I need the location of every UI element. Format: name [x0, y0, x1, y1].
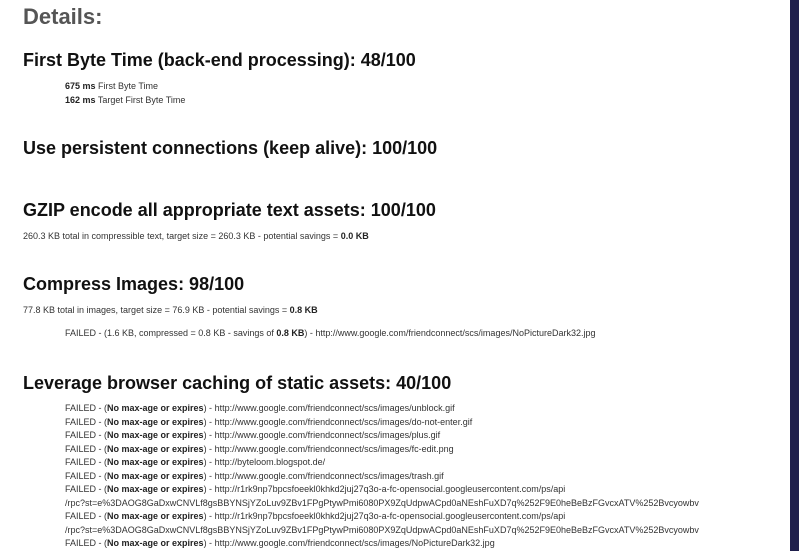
failed-reason: No max-age or expires	[107, 403, 204, 413]
caching-failed-url-continuation: /rpc?st=e%3DAOG8GaDxwCNVLf8gsBBYNSjYZoLu…	[65, 497, 699, 508]
failed-prefix: FAILED - (	[65, 457, 108, 467]
ttfb-actual-label: First Byte Time	[95, 81, 159, 91]
failed-sep: ) -	[203, 430, 215, 440]
gzip-summary: 260.3 KB total in compressible text, tar…	[23, 231, 369, 241]
failed-url: http://byteloom.blogspot.de/	[214, 457, 326, 467]
caching-failed-row: FAILED - (No max-age or expires) - http:…	[65, 403, 455, 413]
failed-sep: ) -	[203, 403, 215, 413]
failed-reason: No max-age or expires	[107, 470, 204, 481]
gzip-savings: 0.0 KB	[340, 231, 369, 241]
failed-reason: No max-age or expires	[107, 538, 204, 548]
failed-prefix: FAILED - (	[65, 430, 108, 440]
gzip-title: GZIP encode all appropriate text assets:…	[23, 200, 436, 220]
failed-sep: ) -	[203, 443, 215, 454]
failed-url: http://www.google.com/friendconnect/scs/…	[214, 443, 454, 454]
failed-prefix: FAILED - (	[65, 403, 108, 413]
keepalive-title: Use persistent connections (keep alive):…	[23, 138, 438, 158]
ttfb-row-target: 162 ms Target First Byte Time	[65, 95, 185, 105]
failed-url: http://www.google.com/friendconnect/scs/…	[214, 430, 441, 440]
images-failed-url: ) - http://www.google.com/friendconnect/…	[304, 328, 596, 338]
failed-url: http://www.google.com/friendconnect/scs/…	[214, 416, 473, 427]
failed-url: http://www.google.com/friendconnect/scs/…	[214, 538, 495, 548]
caching-title: Leverage browser caching of static asset…	[23, 373, 452, 393]
ttfb-row-actual: 675 ms First Byte Time	[65, 81, 158, 91]
failed-reason: No max-age or expires	[107, 484, 204, 494]
failed-reason: No max-age or expires	[107, 430, 204, 440]
caching-failed-row: FAILED - (No max-age or expires) - http:…	[65, 417, 472, 427]
failed-url: http://www.google.com/friendconnect/scs/…	[214, 470, 444, 481]
failed-sep: ) -	[203, 511, 215, 521]
caching-failed-row: FAILED - (No max-age or expires) - http:…	[65, 471, 444, 481]
right-edge-bar	[790, 0, 799, 551]
images-savings: 0.8 KB	[289, 305, 318, 315]
ttfb-actual-value: 675 ms	[65, 81, 96, 91]
images-failed-row: FAILED - (1.6 KB, compressed = 0.8 KB - …	[65, 328, 596, 338]
failed-reason: No max-age or expires	[107, 511, 204, 521]
caching-failed-url-continuation: /rpc?st=e%3DAOG8GaDxwCNVLf8gsBBYNSjYZoLu…	[65, 524, 699, 535]
ttfb-target-label: Target First Byte Time	[95, 95, 186, 105]
images-failed-savings: 0.8 KB	[276, 328, 305, 338]
caching-failed-row: FAILED - (No max-age or expires) - http:…	[65, 444, 454, 454]
failed-prefix: FAILED - (	[65, 470, 108, 481]
failed-prefix: FAILED - (	[65, 484, 108, 494]
caching-failed-row: FAILED - (No max-age or expires) - http:…	[65, 511, 565, 521]
failed-reason: No max-age or expires	[107, 443, 204, 454]
failed-sep: ) -	[203, 484, 215, 494]
failed-prefix: FAILED - (	[65, 416, 108, 427]
page-title: Details:	[23, 4, 103, 29]
failed-reason: No max-age or expires	[107, 416, 204, 427]
failed-sep: ) -	[203, 538, 215, 548]
ttfb-title: First Byte Time (back-end processing): 4…	[23, 50, 416, 70]
failed-prefix: FAILED - (	[65, 511, 108, 521]
failed-sep: ) -	[203, 416, 215, 427]
caching-failed-row: FAILED - (No max-age or expires) - http:…	[65, 430, 440, 440]
failed-sep: ) -	[203, 470, 215, 481]
caching-failed-row: FAILED - (No max-age or expires) - http:…	[65, 484, 565, 494]
failed-reason: No max-age or expires	[107, 457, 204, 467]
images-title: Compress Images: 98/100	[23, 274, 245, 294]
ttfb-target-value: 162 ms	[65, 95, 96, 105]
failed-url: http://r1rk9np7bpcsfoeekl0khkd2juj27q3o-…	[214, 484, 566, 494]
images-failed-text: FAILED - (1.6 KB, compressed = 0.8 KB - …	[65, 328, 277, 338]
failed-prefix: FAILED - (	[65, 443, 108, 454]
failed-sep: ) -	[203, 457, 215, 467]
failed-url: http://r1rk9np7bpcsfoeekl0khkd2juj27q3o-…	[214, 511, 566, 521]
caching-failed-row: FAILED - (No max-age or expires) - http:…	[65, 538, 495, 548]
failed-prefix: FAILED - (	[65, 538, 108, 548]
images-summary: 77.8 KB total in images, target size = 7…	[23, 305, 318, 315]
failed-url: http://www.google.com/friendconnect/scs/…	[214, 403, 455, 413]
caching-failed-row: FAILED - (No max-age or expires) - http:…	[65, 457, 325, 467]
images-summary-text: 77.8 KB total in images, target size = 7…	[23, 305, 290, 315]
gzip-summary-text: 260.3 KB total in compressible text, tar…	[23, 231, 341, 241]
